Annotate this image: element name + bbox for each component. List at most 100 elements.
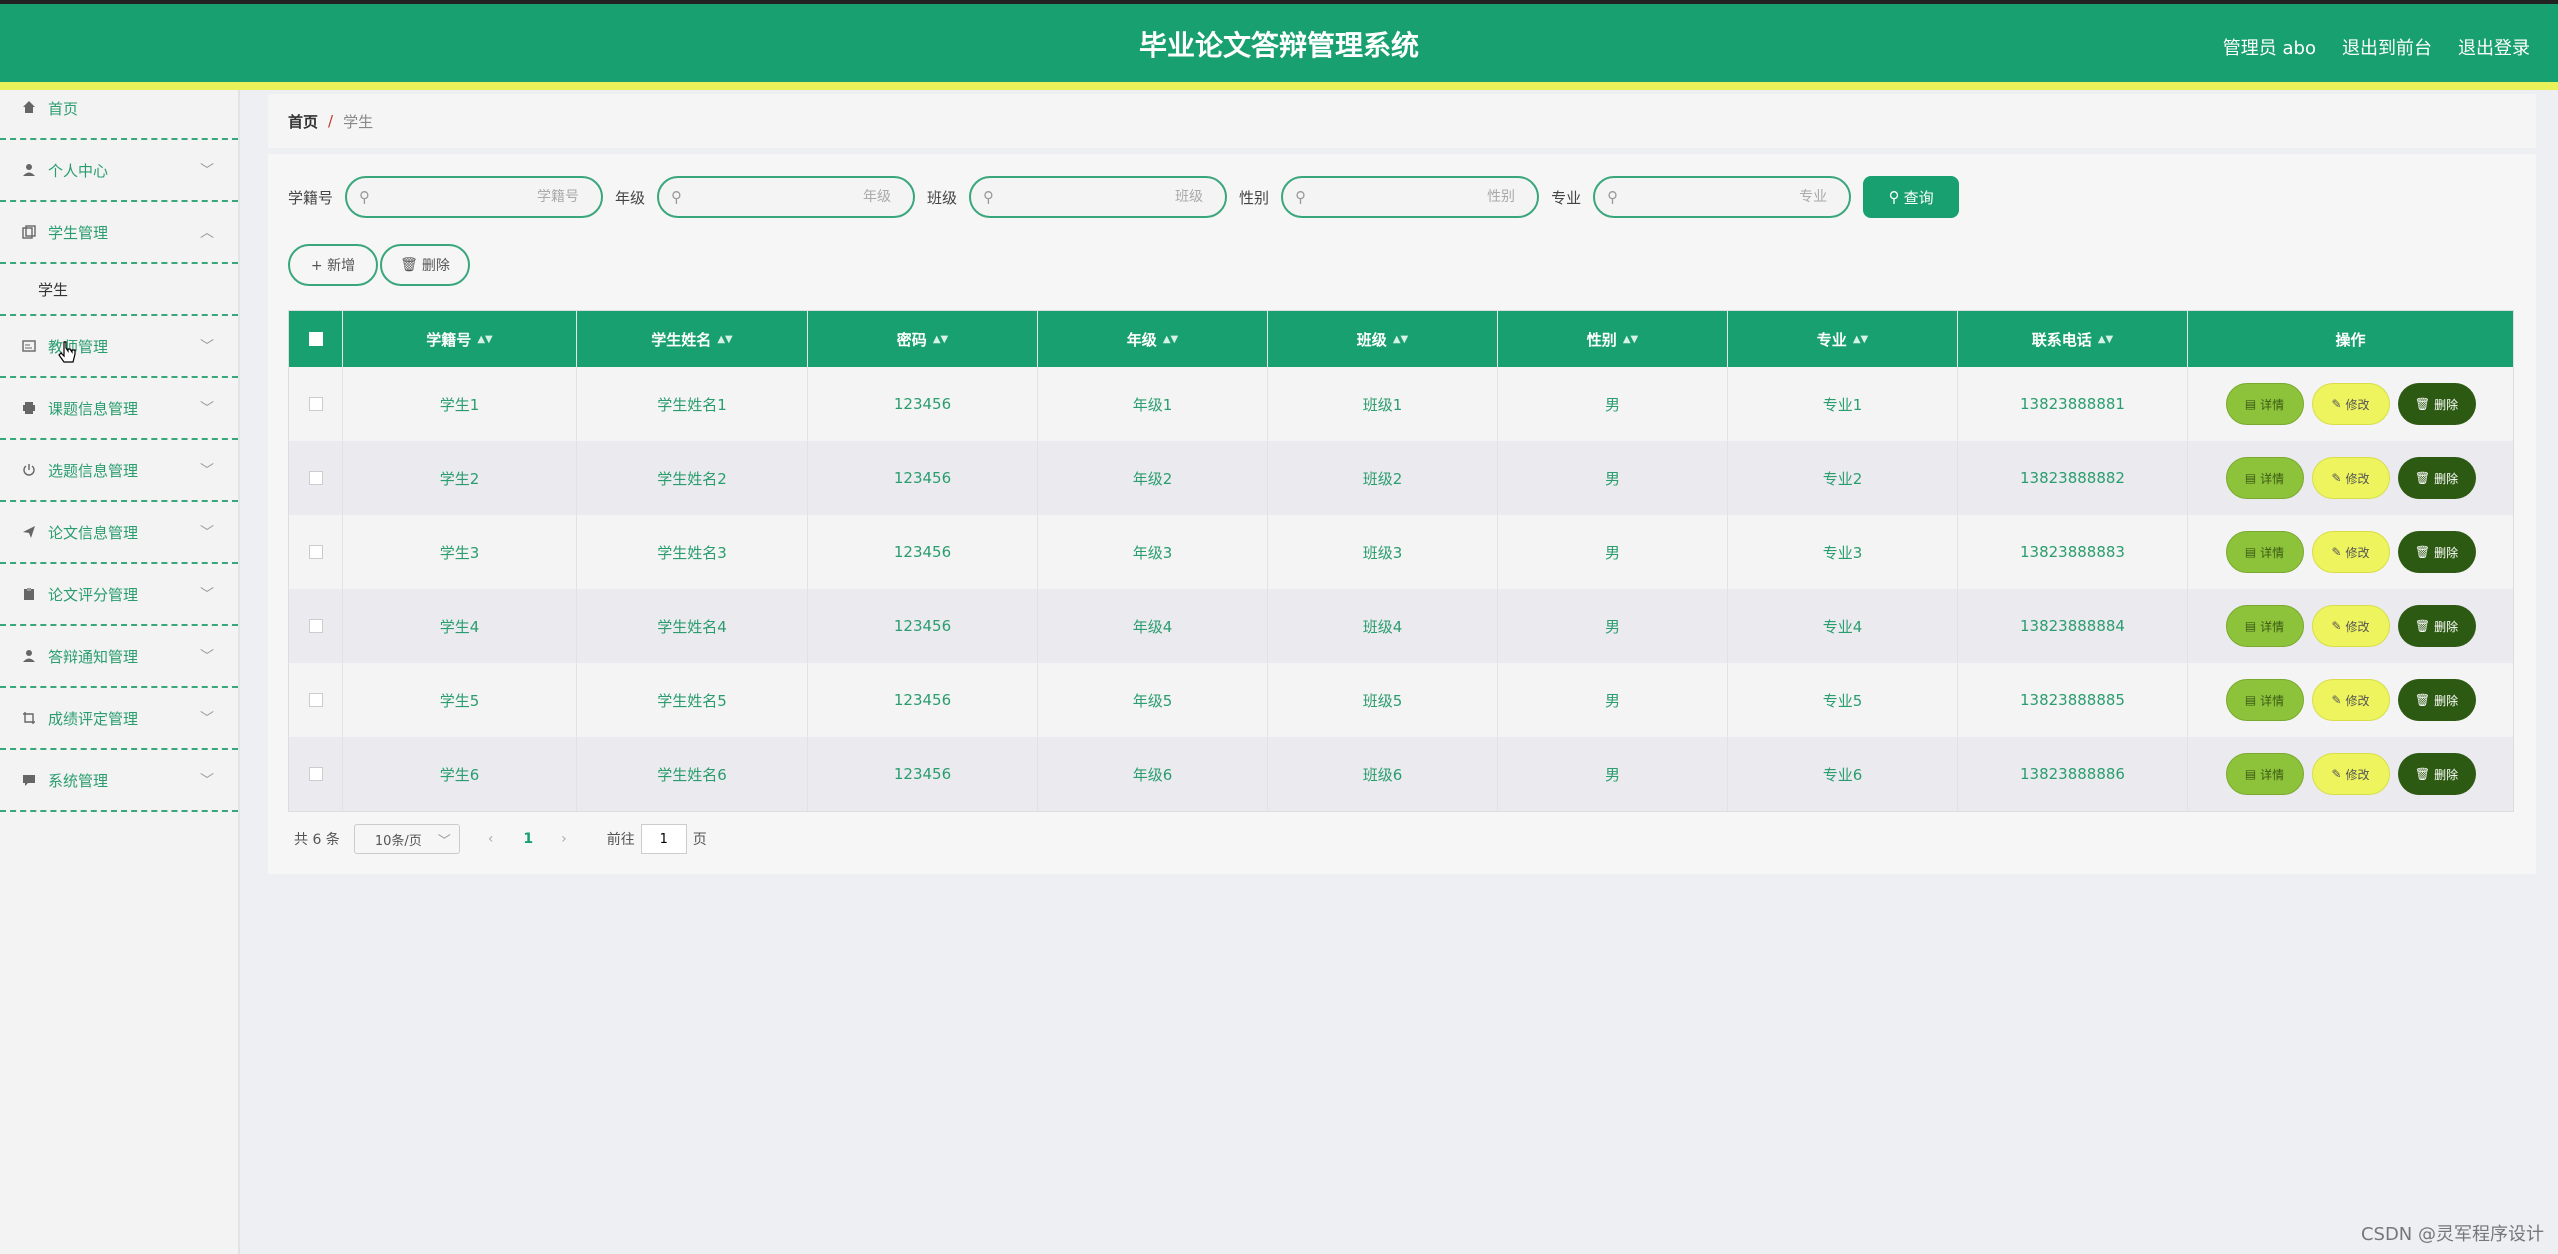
column-header[interactable]: 学生姓名 ▲▼ xyxy=(577,311,808,367)
delete-button[interactable]: 🗑 删除 xyxy=(2397,531,2476,573)
table-cell: 学生姓名1 xyxy=(577,367,808,441)
file-icon: ▤ xyxy=(2244,545,2257,559)
student-id-search-field[interactable]: ⚲ xyxy=(345,176,604,218)
pencil-icon: ✎ xyxy=(2331,471,2342,485)
sort-icon[interactable]: ▲▼ xyxy=(717,334,732,345)
admin-user-label[interactable]: 管理员 abo xyxy=(2223,34,2316,60)
sidebar-item-teachers[interactable]: 教师管理 ﹀ xyxy=(0,316,238,378)
pencil-icon: ✎ xyxy=(2331,767,2342,781)
sort-icon[interactable]: ▲▼ xyxy=(477,334,492,345)
edit-button[interactable]: ✎ 修改 xyxy=(2311,753,2390,795)
sidebar-item-home[interactable]: 首页 xyxy=(0,90,238,140)
row-checkbox[interactable] xyxy=(308,397,323,411)
delete-button[interactable]: 🗑 删除 xyxy=(2397,753,2476,795)
class-search-field[interactable]: ⚲ xyxy=(969,176,1228,218)
detail-button[interactable]: ▤ 详情 xyxy=(2225,531,2304,573)
select-all-checkbox[interactable] xyxy=(308,332,323,346)
row-checkbox[interactable] xyxy=(308,619,323,633)
breadcrumb-home[interactable]: 首页 xyxy=(288,111,318,132)
sidebar: 首页 个人中心 ﹀ 学生管理 ︿ 学生 教师管理 ﹀ 课题信息管理 ﹀ 选题信息… xyxy=(0,90,240,1254)
sidebar-item-label: 成绩评定管理 xyxy=(48,709,139,728)
sidebar-item-personal[interactable]: 个人中心 ﹀ xyxy=(0,140,238,202)
page-unit-label: 页 xyxy=(692,832,707,848)
row-checkbox[interactable] xyxy=(308,545,323,559)
column-header-label: 专业 xyxy=(1816,330,1847,349)
column-header[interactable]: 班级 ▲▼ xyxy=(1268,311,1498,367)
column-header[interactable]: 学籍号 ▲▼ xyxy=(343,311,577,367)
sort-icon[interactable]: ▲▼ xyxy=(1853,334,1868,345)
page-size-select[interactable]: 10条/页 ﹀ xyxy=(353,824,460,854)
column-header[interactable]: 专业 ▲▼ xyxy=(1728,311,1958,367)
row-checkbox[interactable] xyxy=(308,471,323,485)
batch-delete-button[interactable]: 🗑 删除 xyxy=(380,244,470,286)
sidebar-item-notices[interactable]: 答辩通知管理 ﹀ xyxy=(0,626,238,688)
top-bar: 毕业论文答辩管理系统 管理员 abo 退出到前台 退出登录 xyxy=(0,0,2558,90)
sort-icon[interactable]: ▲▼ xyxy=(933,334,948,345)
column-header[interactable]: 年级 ▲▼ xyxy=(1038,311,1268,367)
sidebar-item-students[interactable]: 学生管理 ︿ xyxy=(0,202,238,264)
column-header-label: 学生姓名 xyxy=(651,330,712,349)
table-cell: 班级4 xyxy=(1268,589,1498,663)
sort-icon[interactable]: ▲▼ xyxy=(1163,334,1178,345)
column-header[interactable]: 密码 ▲▼ xyxy=(808,311,1038,367)
edit-button[interactable]: ✎ 修改 xyxy=(2311,531,2390,573)
delete-button[interactable]: 🗑 删除 xyxy=(2397,383,2476,425)
logout-link[interactable]: 退出登录 xyxy=(2458,34,2530,60)
prev-page-icon[interactable]: ‹ xyxy=(488,831,494,847)
table-cell: 学生姓名3 xyxy=(577,515,808,589)
delete-button-label: 删除 xyxy=(2434,767,2459,782)
grade-search-field[interactable]: ⚲ xyxy=(657,176,916,218)
detail-button[interactable]: ▤ 详情 xyxy=(2225,679,2304,721)
sort-icon[interactable]: ▲▼ xyxy=(1393,334,1408,345)
class-input[interactable] xyxy=(994,189,1204,205)
gender-search-field[interactable]: ⚲ xyxy=(1281,176,1540,218)
delete-button-label: 删除 xyxy=(2434,693,2459,708)
next-page-icon[interactable]: › xyxy=(561,831,567,847)
table-cell: 男 xyxy=(1498,515,1728,589)
major-search-field[interactable]: ⚲ xyxy=(1593,176,1852,218)
breadcrumb-current: 学生 xyxy=(343,112,374,131)
edit-button[interactable]: ✎ 修改 xyxy=(2311,383,2390,425)
major-input[interactable] xyxy=(1618,189,1828,205)
pencil-icon: ✎ xyxy=(2331,545,2342,559)
sidebar-item-selection[interactable]: 选题信息管理 ﹀ xyxy=(0,440,238,502)
column-header[interactable]: 性别 ▲▼ xyxy=(1498,311,1728,367)
sort-icon[interactable]: ▲▼ xyxy=(1623,334,1638,345)
send-icon xyxy=(20,523,38,541)
sidebar-item-system[interactable]: 系统管理 ﹀ xyxy=(0,750,238,812)
sidebar-item-papers[interactable]: 论文信息管理 ﹀ xyxy=(0,502,238,564)
sidebar-item-topics[interactable]: 课题信息管理 ﹀ xyxy=(0,378,238,440)
gender-input[interactable] xyxy=(1306,189,1516,205)
edit-button[interactable]: ✎ 修改 xyxy=(2311,457,2390,499)
row-select-cell xyxy=(289,663,343,737)
delete-button[interactable]: 🗑 删除 xyxy=(2397,457,2476,499)
edit-button[interactable]: ✎ 修改 xyxy=(2311,605,2390,647)
detail-button[interactable]: ▤ 详情 xyxy=(2225,457,2304,499)
student-id-input[interactable] xyxy=(370,189,580,205)
column-header-label: 班级 xyxy=(1356,330,1387,349)
trash-icon: 🗑 xyxy=(2414,693,2431,707)
sort-icon[interactable]: ▲▼ xyxy=(2098,334,2113,345)
row-checkbox[interactable] xyxy=(308,693,323,707)
exit-to-front-link[interactable]: 退出到前台 xyxy=(2342,34,2432,60)
sidebar-item-scoring[interactable]: 论文评分管理 ﹀ xyxy=(0,564,238,626)
delete-button[interactable]: 🗑 删除 xyxy=(2397,605,2476,647)
edit-button[interactable]: ✎ 修改 xyxy=(2311,679,2390,721)
page-size-value: 10条/页 xyxy=(374,833,422,849)
query-button[interactable]: ⚲ 查询 xyxy=(1863,176,1960,218)
detail-button[interactable]: ▤ 详情 xyxy=(2225,753,2304,795)
goto-page-input[interactable] xyxy=(640,824,687,854)
detail-button[interactable]: ▤ 详情 xyxy=(2225,383,2304,425)
table-cell: 专业3 xyxy=(1728,515,1958,589)
delete-button[interactable]: 🗑 删除 xyxy=(2397,679,2476,721)
table-cell: 班级1 xyxy=(1268,367,1498,441)
sidebar-item-grades[interactable]: 成绩评定管理 ﹀ xyxy=(0,688,238,750)
table-cell: 学生1 xyxy=(343,367,577,441)
detail-button[interactable]: ▤ 详情 xyxy=(2225,605,2304,647)
sidebar-subitem-student[interactable]: 学生 xyxy=(0,264,238,316)
column-header[interactable]: 联系电话 ▲▼ xyxy=(1958,311,2188,367)
add-button[interactable]: + 新增 xyxy=(288,244,378,286)
grade-input[interactable] xyxy=(682,189,892,205)
current-page[interactable]: 1 xyxy=(523,831,533,847)
row-checkbox[interactable] xyxy=(308,767,323,781)
